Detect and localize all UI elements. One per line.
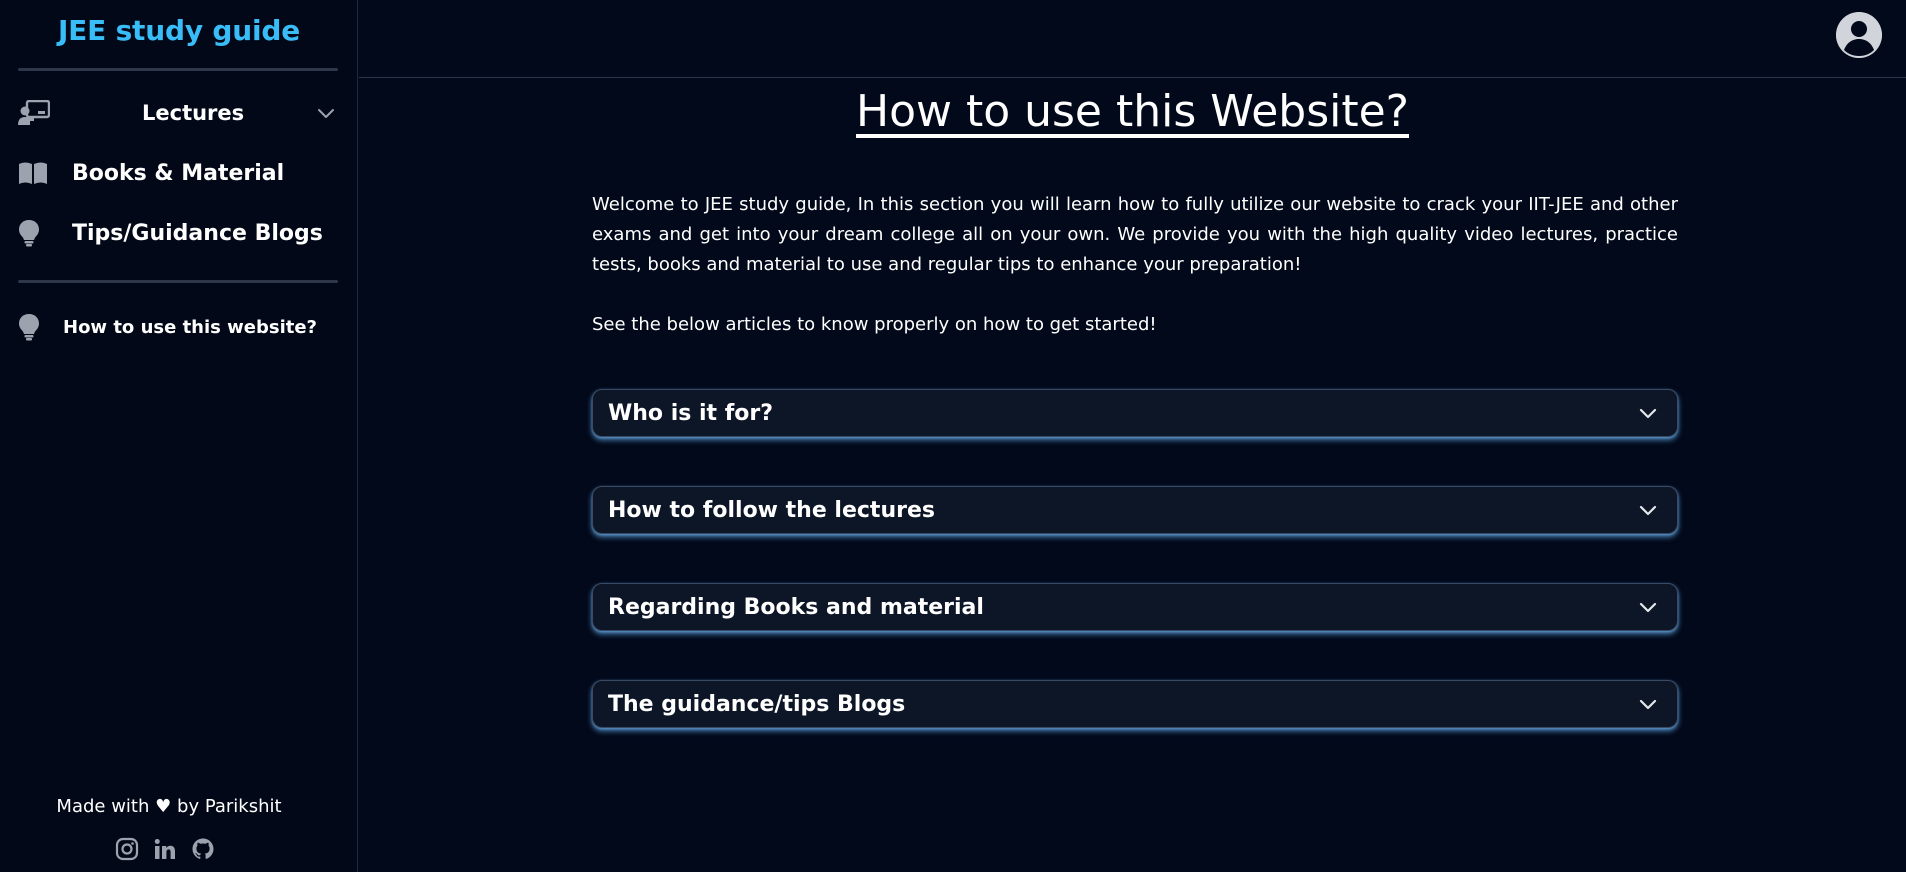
sidebar-divider xyxy=(18,280,338,283)
lightbulb-icon xyxy=(18,312,52,342)
linkedin-icon[interactable] xyxy=(152,836,178,862)
heart-icon: ♥ xyxy=(155,796,172,817)
page-title: How to use this Website? xyxy=(855,86,1410,137)
sidebar-item-label: Books & Material xyxy=(72,160,285,186)
made-with-suffix: by Parikshit xyxy=(177,796,282,817)
chevron-down-icon xyxy=(1637,402,1659,424)
sidebar-item-tips-blogs[interactable]: Tips/Guidance Blogs xyxy=(0,211,358,255)
sidebar-item-lectures[interactable]: Lectures xyxy=(0,91,358,135)
instagram-icon[interactable] xyxy=(114,836,140,862)
accordion-label: How to follow the lectures xyxy=(608,497,935,523)
accordion-label: Regarding Books and material xyxy=(608,594,984,620)
accordion-label: Who is it for? xyxy=(608,400,774,426)
lightbulb-icon xyxy=(18,218,52,248)
accordion-follow-lectures[interactable]: How to follow the lectures xyxy=(592,486,1678,534)
sidebar-item-label: Tips/Guidance Blogs xyxy=(72,220,323,246)
sidebar-item-how-to-use[interactable]: How to use this website? xyxy=(0,305,358,349)
sidebar-item-label: Lectures xyxy=(142,101,245,125)
social-links xyxy=(114,836,216,862)
accordion-books-material[interactable]: Regarding Books and material xyxy=(592,583,1678,631)
book-open-icon xyxy=(18,158,52,188)
accordion-who-is-it-for[interactable]: Who is it for? xyxy=(592,389,1678,437)
sidebar-item-books-material[interactable]: Books & Material xyxy=(0,151,358,195)
sidebar: JEE study guide Lectures Books & Materia… xyxy=(0,0,358,872)
chevron-down-icon xyxy=(1637,499,1659,521)
sidebar-item-label: How to use this website? xyxy=(63,316,317,338)
chalkboard-teacher-icon xyxy=(18,98,52,128)
chevron-down-icon xyxy=(1637,596,1659,618)
chevron-down-icon[interactable] xyxy=(316,103,336,123)
user-circle-icon[interactable] xyxy=(1836,12,1882,58)
subintro-paragraph: See the below articles to know properly … xyxy=(592,314,1157,335)
topbar xyxy=(359,0,1906,78)
brand-title[interactable]: JEE study guide xyxy=(0,14,358,47)
github-icon[interactable] xyxy=(190,836,216,862)
sidebar-divider xyxy=(18,68,338,71)
intro-paragraph: Welcome to JEE study guide, In this sect… xyxy=(592,194,1678,275)
made-with-text: Made with ♥ by Parikshit xyxy=(0,796,338,817)
made-with-prefix: Made with xyxy=(56,796,150,817)
accordion-label: The guidance/tips Blogs xyxy=(608,691,906,717)
accordion-guidance-blogs[interactable]: The guidance/tips Blogs xyxy=(592,680,1678,728)
chevron-down-icon xyxy=(1637,693,1659,715)
